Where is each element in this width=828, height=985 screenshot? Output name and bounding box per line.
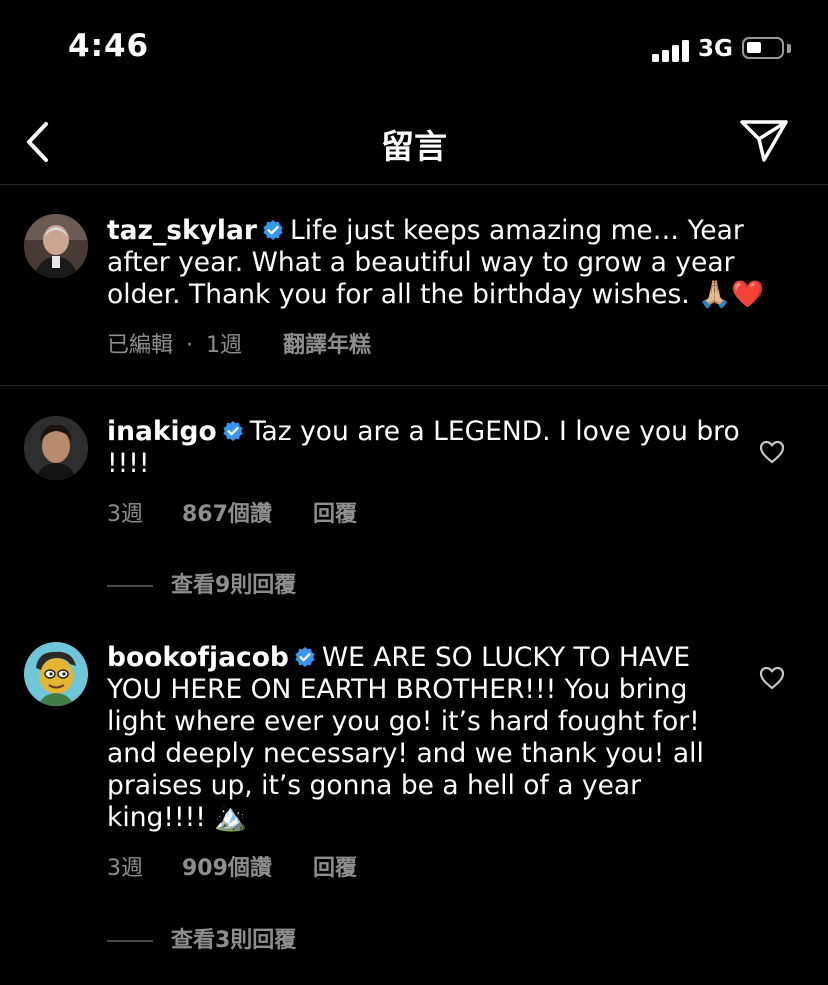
replies-line <box>107 940 153 942</box>
profile-photo-icon <box>24 416 88 480</box>
comment-text-block: inakigo Taz you are a LEGEND. I love you … <box>107 416 747 480</box>
caption-text-block: taz_skylar Life just keeps amazing me… Ye… <box>107 215 797 311</box>
timestamp: 3週 <box>107 502 143 527</box>
comment-text-block: bookofjacob WE ARE SO LUCKY TO HAVE YOU H… <box>107 642 747 834</box>
replies-line <box>107 585 153 587</box>
avatar[interactable] <box>24 642 88 706</box>
comment-meta: 3週 909個讚 回覆 <box>107 850 357 882</box>
avatar[interactable] <box>24 416 88 480</box>
view-replies-button[interactable]: 查看9則回覆 <box>107 567 297 598</box>
cellular-signal-icon <box>652 40 690 62</box>
share-button[interactable] <box>738 118 790 164</box>
status-bar: 4:46 3G <box>0 0 828 100</box>
username[interactable]: taz_skylar <box>107 215 257 246</box>
profile-photo-icon <box>24 642 88 706</box>
timestamp: 3週 <box>107 856 143 881</box>
like-heart-icon[interactable] <box>759 440 785 464</box>
profile-photo-icon <box>24 214 88 278</box>
reply-button[interactable]: 回覆 <box>313 850 357 882</box>
like-count[interactable]: 867個讚 <box>182 496 272 528</box>
timestamp: 1週 <box>206 333 243 358</box>
header-divider <box>0 184 828 185</box>
view-replies-label: 查看3則回覆 <box>171 928 297 953</box>
battery-cap <box>787 44 791 53</box>
reply-button[interactable]: 回覆 <box>313 496 357 528</box>
like-heart-icon[interactable] <box>759 666 785 690</box>
translate-link[interactable]: 翻譯年糕 <box>283 327 371 359</box>
username[interactable]: inakigo <box>107 416 217 447</box>
caption-divider <box>0 385 828 386</box>
comments-screen: 4:46 3G 留言 taz_skylar Life just keeps am… <box>0 0 828 985</box>
username[interactable]: bookofjacob <box>107 642 289 673</box>
network-type: 3G <box>698 36 733 62</box>
battery-icon <box>742 37 784 59</box>
avatar[interactable] <box>24 214 88 278</box>
view-replies-label: 查看9則回覆 <box>171 573 297 598</box>
nav-bar: 留言 <box>0 100 828 184</box>
meta-separator: · <box>186 333 194 358</box>
like-count[interactable]: 909個讚 <box>182 850 272 882</box>
paper-plane-icon <box>740 120 788 162</box>
status-time: 4:46 <box>68 28 150 64</box>
verified-badge-icon <box>223 421 243 441</box>
verified-badge-icon <box>263 220 283 240</box>
view-replies-button[interactable]: 查看3則回覆 <box>107 922 297 953</box>
edited-label: 已編輯 <box>107 333 174 358</box>
page-title: 留言 <box>381 127 447 166</box>
comment-meta: 3週 867個讚 回覆 <box>107 496 357 528</box>
caption-meta: 已編輯 · 1週 翻譯年糕 <box>107 327 371 359</box>
verified-badge-icon <box>295 647 315 667</box>
